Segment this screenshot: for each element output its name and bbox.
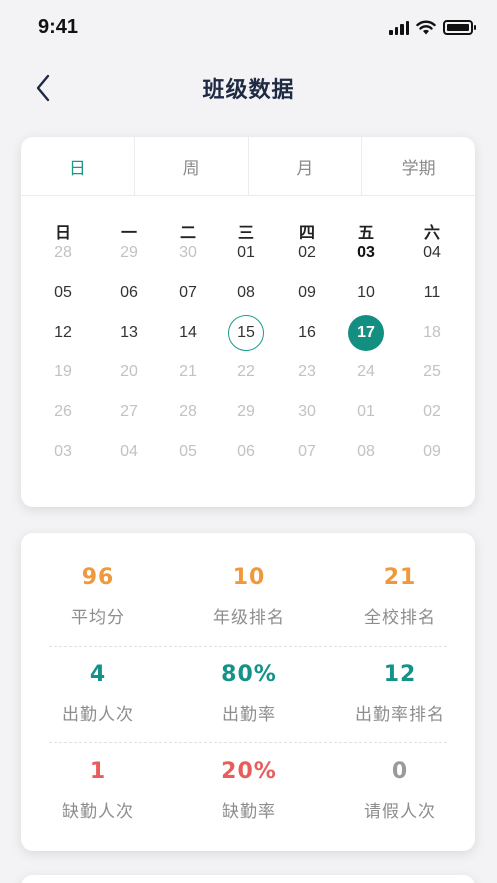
calendar-day[interactable]: 03 bbox=[348, 235, 384, 271]
calendar-day[interactable]: 05 bbox=[170, 434, 206, 470]
calendar-day[interactable]: 06 bbox=[111, 275, 147, 311]
nav-bar: 班级数据 bbox=[0, 56, 497, 120]
calendar-day[interactable]: 01 bbox=[348, 394, 384, 430]
calendar-day[interactable]: 07 bbox=[170, 275, 206, 311]
battery-icon bbox=[443, 20, 476, 35]
stat-label: 出勤率排名 bbox=[355, 705, 445, 725]
stat-value: 96 bbox=[81, 565, 115, 590]
calendar-day[interactable]: 24 bbox=[348, 354, 384, 390]
stat-label: 出勤人次 bbox=[62, 705, 134, 725]
period-tabs: 日 周 月 学期 bbox=[21, 137, 475, 196]
calendar-day[interactable]: 22 bbox=[228, 354, 264, 390]
status-icons bbox=[389, 20, 476, 35]
stat-value: 12 bbox=[383, 662, 417, 687]
status-bar: 9:41 bbox=[0, 0, 497, 56]
calendar-day[interactable]: 29 bbox=[111, 235, 147, 271]
stat-attendance-rank: 12 出勤率排名 bbox=[325, 660, 475, 725]
calendar-day[interactable]: 19 bbox=[45, 354, 81, 390]
calendar-day[interactable]: 05 bbox=[45, 275, 81, 311]
stats-row-scores: 96 平均分 10 年级排名 21 全校排名 bbox=[21, 563, 475, 659]
calendar-day-today[interactable]: 15 bbox=[228, 315, 264, 351]
calendar-day[interactable]: 10 bbox=[348, 275, 384, 311]
calendar-day[interactable]: 08 bbox=[228, 275, 264, 311]
stat-grade-rank: 10 年级排名 bbox=[174, 563, 324, 628]
cellular-signal-icon bbox=[389, 20, 409, 35]
dashed-divider bbox=[49, 742, 447, 743]
calendar-day[interactable]: 14 bbox=[170, 315, 206, 351]
stat-attendance-count: 4 出勤人次 bbox=[23, 660, 173, 725]
tab-day[interactable]: 日 bbox=[21, 137, 135, 195]
stat-value: 20% bbox=[221, 759, 277, 784]
calendar-day[interactable]: 13 bbox=[111, 315, 147, 351]
stat-value: 80% bbox=[221, 662, 277, 687]
stat-value: 0 bbox=[391, 759, 409, 784]
calendar-day[interactable]: 29 bbox=[228, 394, 264, 430]
calendar-day[interactable]: 02 bbox=[289, 235, 325, 271]
stats-row-absence: 1 缺勤人次 20% 缺勤率 0 请假人次 bbox=[21, 757, 475, 853]
calendar-day[interactable]: 16 bbox=[289, 315, 325, 351]
calendar-day[interactable]: 25 bbox=[414, 354, 450, 390]
calendar-day[interactable]: 12 bbox=[45, 315, 81, 351]
calendar-day[interactable]: 11 bbox=[414, 275, 450, 311]
calendar-day[interactable]: 07 bbox=[289, 434, 325, 470]
tab-week[interactable]: 周 bbox=[135, 137, 249, 195]
stat-value: 4 bbox=[89, 662, 107, 687]
stat-label: 缺勤人次 bbox=[62, 802, 134, 822]
calendar-day[interactable]: 20 bbox=[111, 354, 147, 390]
calendar-day[interactable]: 27 bbox=[111, 394, 147, 430]
calendar-day-selected[interactable]: 17 bbox=[348, 315, 384, 351]
stat-label: 请假人次 bbox=[364, 802, 436, 822]
calendar-day[interactable]: 28 bbox=[45, 235, 81, 271]
calendar-day[interactable]: 30 bbox=[170, 235, 206, 271]
calendar-day[interactable]: 04 bbox=[111, 434, 147, 470]
stat-value: 21 bbox=[383, 565, 417, 590]
stat-absence-count: 1 缺勤人次 bbox=[23, 757, 173, 822]
stat-label: 平均分 bbox=[71, 608, 125, 628]
calendar-card: 日 周 月 学期 日一二三四五六 28 29 30 01 02 03 04 05 06 07 08 0… bbox=[21, 137, 475, 507]
stats-card: 96 平均分 10 年级排名 21 全校排名 4 出勤人次 80% 出勤率 12… bbox=[21, 533, 475, 851]
stat-label: 出勤率 bbox=[222, 705, 276, 725]
stat-attendance-rate: 80% 出勤率 bbox=[174, 660, 324, 725]
calendar-day[interactable]: 06 bbox=[228, 434, 264, 470]
status-time: 9:41 bbox=[38, 16, 79, 38]
calendar-day[interactable]: 30 bbox=[289, 394, 325, 430]
stat-label: 年级排名 bbox=[213, 608, 285, 628]
wifi-icon bbox=[416, 20, 436, 35]
page-title: 班级数据 bbox=[202, 78, 295, 103]
stat-absence-rate: 20% 缺勤率 bbox=[174, 757, 324, 822]
next-card bbox=[21, 875, 475, 883]
stat-school-rank: 21 全校排名 bbox=[325, 563, 475, 628]
calendar-day[interactable]: 09 bbox=[414, 434, 450, 470]
calendar-day[interactable]: 21 bbox=[170, 354, 206, 390]
calendar-day[interactable]: 18 bbox=[414, 315, 450, 351]
dashed-divider bbox=[49, 646, 447, 647]
calendar-day[interactable]: 02 bbox=[414, 394, 450, 430]
tab-month[interactable]: 月 bbox=[249, 137, 363, 195]
calendar-day[interactable]: 28 bbox=[170, 394, 206, 430]
stat-average-score: 96 平均分 bbox=[23, 563, 173, 628]
calendar-day[interactable]: 26 bbox=[45, 394, 81, 430]
calendar-day[interactable]: 03 bbox=[45, 434, 81, 470]
calendar-day[interactable]: 08 bbox=[348, 434, 384, 470]
tab-semester[interactable]: 学期 bbox=[362, 137, 475, 195]
stat-leave-count: 0 请假人次 bbox=[325, 757, 475, 822]
stat-label: 缺勤率 bbox=[222, 802, 276, 822]
calendar-day[interactable]: 01 bbox=[228, 235, 264, 271]
stat-label: 全校排名 bbox=[364, 608, 436, 628]
calendar-day[interactable]: 09 bbox=[289, 275, 325, 311]
calendar-day[interactable]: 23 bbox=[289, 354, 325, 390]
stat-value: 10 bbox=[232, 565, 266, 590]
stat-value: 1 bbox=[89, 759, 107, 784]
calendar-day[interactable]: 04 bbox=[414, 235, 450, 271]
